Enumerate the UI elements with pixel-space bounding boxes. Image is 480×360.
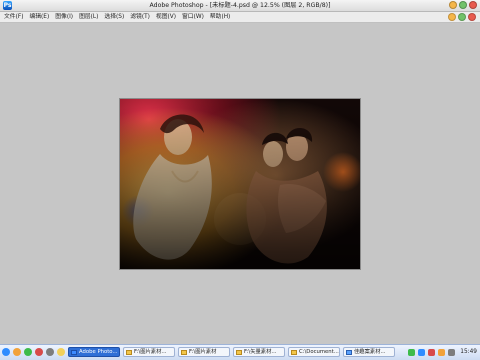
minimize-button[interactable] bbox=[449, 1, 457, 9]
task-button[interactable]: F:\图片素材 bbox=[178, 347, 230, 357]
document-canvas[interactable] bbox=[120, 99, 360, 269]
menu-bar: 文件(F) 编辑(E) 图像(I) 图层(L) 选择(S) 滤镜(T) 视图(V… bbox=[0, 12, 480, 23]
window-controls bbox=[449, 1, 477, 9]
taskbar: Adobe Photo... F:\图片素材... F:\图片素材 F:\矢量素… bbox=[0, 344, 480, 360]
taskbar-buttons: Adobe Photo... F:\图片素材... F:\图片素材 F:\矢量素… bbox=[68, 347, 395, 357]
task-button[interactable]: 佳趣案素材... bbox=[343, 347, 395, 357]
app-icon[interactable] bbox=[35, 348, 43, 356]
task-label: 佳趣案素材... bbox=[354, 349, 386, 355]
menu-help[interactable]: 帮助(H) bbox=[210, 12, 230, 22]
doc-minimize-button[interactable] bbox=[448, 13, 456, 21]
browser-icon bbox=[346, 349, 352, 355]
task-button[interactable]: F:\图片素材... bbox=[123, 347, 175, 357]
app-icon[interactable] bbox=[13, 348, 21, 356]
menu-image[interactable]: 图像(I) bbox=[55, 12, 73, 22]
app-icon[interactable] bbox=[57, 348, 65, 356]
task-button[interactable]: C:\Document... bbox=[288, 347, 340, 357]
maximize-button[interactable] bbox=[459, 1, 467, 9]
canvas-artwork bbox=[120, 99, 360, 269]
menu-edit[interactable]: 编辑(E) bbox=[29, 12, 49, 22]
close-button[interactable] bbox=[469, 1, 477, 9]
menu-layer[interactable]: 图层(L) bbox=[79, 12, 98, 22]
tray-icon[interactable] bbox=[418, 348, 426, 356]
task-label: F:\矢量素材... bbox=[244, 349, 277, 355]
window-title: Adobe Photoshop - [未标题-4.psd @ 12.5% (图层… bbox=[149, 2, 331, 9]
tray-icon[interactable] bbox=[438, 348, 446, 356]
tray-icon[interactable] bbox=[448, 348, 456, 356]
taskbar-clock: 15:49 bbox=[460, 349, 477, 355]
app-icon[interactable] bbox=[2, 348, 10, 356]
menu-items: 文件(F) 编辑(E) 图像(I) 图层(L) 选择(S) 滤镜(T) 视图(V… bbox=[4, 12, 230, 22]
task-button[interactable]: Adobe Photo... bbox=[68, 347, 120, 357]
app-icon[interactable] bbox=[24, 348, 32, 356]
folder-icon bbox=[291, 349, 297, 355]
menu-select[interactable]: 选择(S) bbox=[104, 12, 124, 22]
tray-icon[interactable] bbox=[428, 348, 436, 356]
app-icon[interactable] bbox=[46, 348, 54, 356]
folder-icon bbox=[126, 349, 132, 355]
menu-file[interactable]: 文件(F) bbox=[4, 12, 23, 22]
task-label: C:\Document... bbox=[299, 349, 339, 355]
title-bar: Ps Adobe Photoshop - [未标题-4.psd @ 12.5% … bbox=[0, 0, 480, 12]
document-window-controls bbox=[448, 13, 476, 21]
folder-icon bbox=[236, 349, 242, 355]
menu-filter[interactable]: 滤镜(T) bbox=[130, 12, 150, 22]
menu-view[interactable]: 视图(V) bbox=[156, 12, 176, 22]
quick-launch bbox=[2, 348, 65, 356]
doc-maximize-button[interactable] bbox=[458, 13, 466, 21]
tray-icon[interactable] bbox=[408, 348, 416, 356]
menu-window[interactable]: 窗口(W) bbox=[182, 12, 204, 22]
task-label: F:\图片素材... bbox=[134, 349, 167, 355]
doc-close-button[interactable] bbox=[468, 13, 476, 21]
folder-icon bbox=[181, 349, 187, 355]
system-tray: 15:49 bbox=[408, 347, 477, 357]
task-label: Adobe Photo... bbox=[79, 349, 118, 355]
task-label: F:\图片素材 bbox=[189, 349, 217, 355]
photoshop-icon bbox=[71, 349, 77, 355]
task-button[interactable]: F:\矢量素材... bbox=[233, 347, 285, 357]
